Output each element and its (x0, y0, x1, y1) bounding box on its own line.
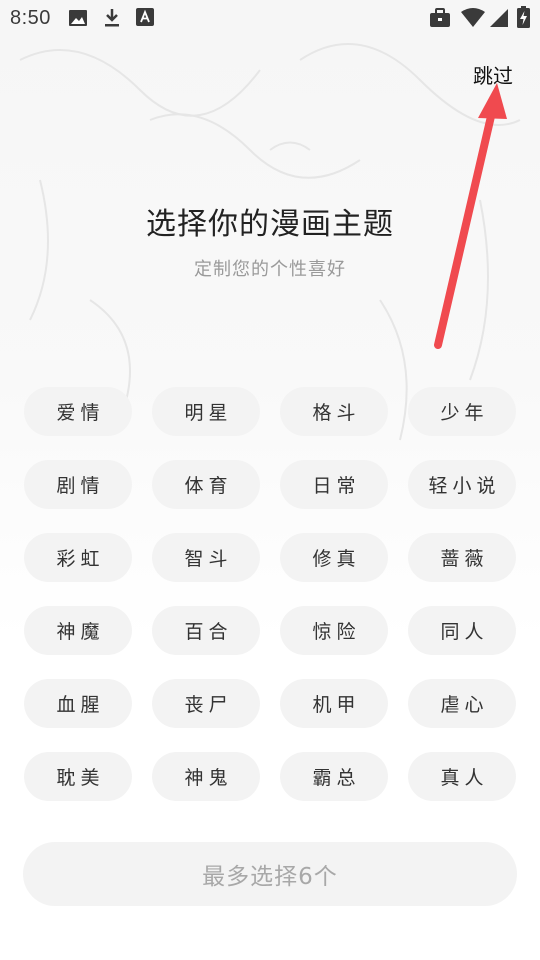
theme-chip[interactable]: 格斗 (280, 387, 388, 436)
theme-chip[interactable]: 真人 (408, 752, 516, 801)
theme-chip[interactable]: 神魔 (24, 606, 132, 655)
theme-chip[interactable]: 耽美 (24, 752, 132, 801)
a-badge-icon (136, 8, 154, 30)
theme-chip[interactable]: 蔷薇 (408, 533, 516, 582)
theme-chip[interactable]: 丧尸 (152, 679, 260, 728)
theme-chip[interactable]: 日常 (280, 460, 388, 509)
page-subtitle: 定制您的个性喜好 (194, 259, 346, 280)
wifi-icon (461, 8, 485, 32)
theme-chip[interactable]: 爱情 (24, 387, 132, 436)
theme-chip[interactable]: 百合 (152, 606, 260, 655)
theme-chip[interactable]: 修真 (280, 533, 388, 582)
skip-button[interactable]: 跳过 (473, 60, 513, 89)
theme-chip[interactable]: 剧情 (24, 460, 132, 509)
download-icon (103, 8, 121, 32)
theme-chip[interactable]: 体育 (152, 460, 260, 509)
briefcase-icon (429, 8, 451, 32)
theme-chip[interactable]: 神鬼 (152, 752, 260, 801)
theme-chip[interactable]: 霸总 (280, 752, 388, 801)
image-icon (68, 8, 88, 32)
theme-chip[interactable]: 同人 (408, 606, 516, 655)
battery-charging-icon (517, 6, 530, 32)
theme-chip[interactable]: 机甲 (280, 679, 388, 728)
page-title: 选择你的漫画主题 (146, 207, 394, 242)
signal-icon (489, 8, 509, 32)
theme-chip[interactable]: 惊险 (280, 606, 388, 655)
theme-chip[interactable]: 明星 (152, 387, 260, 436)
theme-grid: 爱情 明星 格斗 少年剧情 体育 日常 轻小说彩虹 智斗 修真 蔷薇神魔 百合 惊险 同人血腥 丧尸 机甲虐… (24, 387, 516, 801)
theme-chip[interactable]: 血腥 (24, 679, 132, 728)
confirm-button[interactable]: 最多选择6个 (23, 842, 517, 906)
status-time: 8:50 (10, 7, 51, 29)
theme-chip[interactable]: 虐心 (408, 679, 516, 728)
theme-chip[interactable]: 轻小说 (408, 460, 516, 509)
theme-chip[interactable]: 少年 (408, 387, 516, 436)
status-bar: 8:50 (0, 0, 540, 36)
theme-chip[interactable]: 智斗 (152, 533, 260, 582)
theme-chip[interactable]: 彩虹 (24, 533, 132, 582)
